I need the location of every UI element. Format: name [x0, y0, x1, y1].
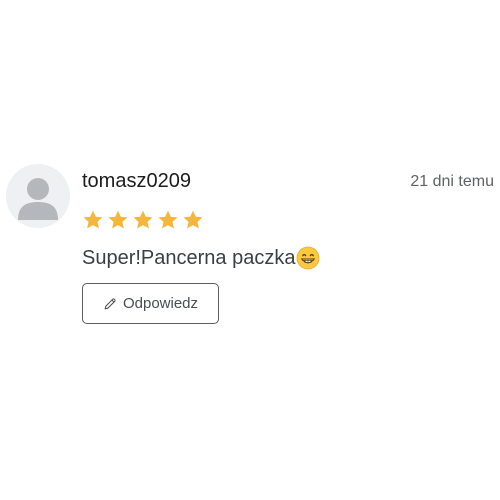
- review-date: 21 dni temu: [410, 173, 494, 190]
- user-avatar-icon: [18, 178, 58, 220]
- reply-button-label: Odpowiedz: [122, 294, 199, 312]
- star-icon: [107, 209, 129, 233]
- reviewer-name: tomasz0209: [82, 170, 191, 192]
- avatar: [6, 164, 70, 228]
- star-icon: [82, 209, 104, 233]
- star-icon: [182, 209, 204, 233]
- review-comment-text: Super!Pancerna paczka: [82, 247, 296, 269]
- star-icon: [132, 209, 154, 233]
- reply-button[interactable]: Odpowiedz: [82, 283, 219, 324]
- star-icon: [157, 209, 179, 233]
- review-card: tomasz0209 21 dni temu Super!Pancerna pa…: [0, 0, 500, 500]
- star-rating: [82, 209, 204, 233]
- pencil-icon: [103, 297, 117, 311]
- grinning-face-emoji-icon: [296, 246, 320, 270]
- review-comment: Super!Pancerna paczka: [82, 245, 320, 271]
